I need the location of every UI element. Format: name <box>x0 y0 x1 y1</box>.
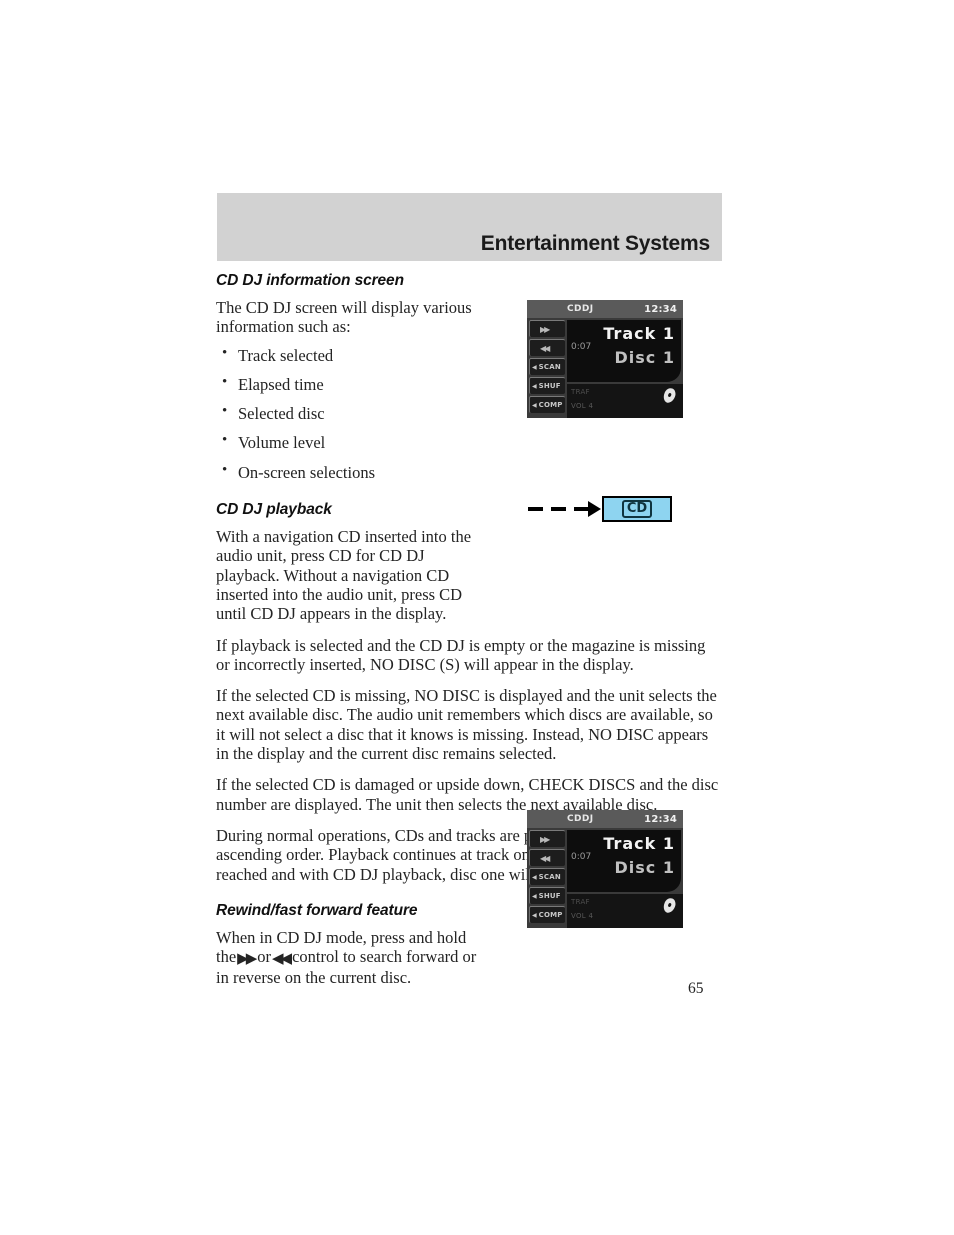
page-title: Entertainment Systems <box>480 232 710 255</box>
disc-icon <box>661 896 678 915</box>
display-button-rewind[interactable]: ◀◀ <box>529 849 565 866</box>
left-marker-icon: ◀ <box>532 911 537 919</box>
display-lower-area: TRAF VOL 4 <box>567 384 683 418</box>
display-elapsed-time: 0:07 <box>571 852 592 862</box>
dashed-arrow-segment <box>528 507 543 511</box>
display-button-rewind[interactable]: ◀◀ <box>529 339 565 356</box>
display-track-line: Track 1 <box>603 834 675 853</box>
fast-forward-icon: ▶▶ <box>540 834 550 844</box>
display-mode-label: CDDJ <box>567 814 594 824</box>
cd-button-label: CD <box>621 499 653 519</box>
display-button-fast-forward[interactable]: ▶▶ <box>529 320 565 337</box>
display-traffic-label: TRAF <box>571 898 590 906</box>
paragraph-playback-3: If the selected CD is missing, NO DISC i… <box>216 686 717 764</box>
display-button-label: COMP <box>538 911 563 919</box>
arrow-head-icon <box>588 501 601 517</box>
list-item: Track selected <box>216 345 488 365</box>
rewind-icon: ◀◀ <box>540 343 550 353</box>
list-item: Selected disc <box>216 403 488 423</box>
cd-dj-display-screenshot-top: CDDJ 12:34 ▶▶ ◀◀ ◀ SCAN ◀ SHUF ◀ COMP 0:… <box>527 300 683 418</box>
paragraph-playback-2: If playback is selected and the CD DJ is… <box>216 635 706 674</box>
list-item: Volume level <box>216 432 488 452</box>
display-side-buttons: ▶▶ ◀◀ ◀ SCAN ◀ SHUF ◀ COMP <box>529 320 565 415</box>
display-track-line: Track 1 <box>603 324 675 343</box>
rewind-icon: ◀◀ <box>540 853 550 863</box>
display-top-bar: CDDJ 12:34 <box>527 300 683 318</box>
display-button-scan[interactable]: ◀ SCAN <box>529 868 565 885</box>
rewind-text-part2: or <box>257 947 271 967</box>
list-item: Elapsed time <box>216 374 488 394</box>
display-button-compress[interactable]: ◀ COMP <box>529 906 565 923</box>
cd-button-highlight[interactable]: CD <box>602 496 672 522</box>
paragraph-info-intro: The CD DJ screen will display various in… <box>216 298 472 337</box>
left-marker-icon: ◀ <box>532 363 537 371</box>
display-clock: 12:34 <box>644 813 677 825</box>
rewind-icon: ◀◀ <box>272 949 292 968</box>
left-marker-icon: ◀ <box>532 382 537 390</box>
paragraph-playback-1: With a navigation CD inserted into the a… <box>216 527 472 624</box>
page-number: 65 <box>688 980 704 997</box>
display-main-area: 0:07 Track 1 Disc 1 <box>567 830 681 892</box>
display-button-fast-forward[interactable]: ▶▶ <box>529 830 565 847</box>
paragraph-playback-4: If the selected CD is damaged or upside … <box>216 775 719 814</box>
page-header-band: Entertainment Systems <box>217 193 722 261</box>
fast-forward-icon: ▶▶ <box>237 949 257 968</box>
display-button-label: SCAN <box>538 873 561 881</box>
list-cd-dj-information: Track selected Elapsed time Selected dis… <box>216 345 488 482</box>
display-lower-area: TRAF VOL 4 <box>567 894 683 928</box>
display-side-buttons: ▶▶ ◀◀ ◀ SCAN ◀ SHUF ◀ COMP <box>529 830 565 925</box>
fast-forward-icon: ▶▶ <box>540 324 550 334</box>
paragraph-rewind-fast-forward: When in CD DJ mode, press and hold the▶▶… <box>216 928 488 987</box>
display-disc-line: Disc 1 <box>614 858 675 877</box>
display-button-label: SHUF <box>538 382 561 390</box>
dashed-arrow-segment <box>551 507 566 511</box>
display-mode-label: CDDJ <box>567 304 594 314</box>
display-button-label: SCAN <box>538 363 561 371</box>
left-marker-icon: ◀ <box>532 873 537 881</box>
display-clock: 12:34 <box>644 303 677 315</box>
list-item: On-screen selections <box>216 462 488 482</box>
display-volume-label: VOL 4 <box>571 402 594 410</box>
display-traffic-label: TRAF <box>571 388 590 396</box>
display-button-compress[interactable]: ◀ COMP <box>529 396 565 413</box>
display-volume-label: VOL 4 <box>571 912 594 920</box>
display-top-bar: CDDJ 12:34 <box>527 810 683 828</box>
dashed-arrow-segment <box>574 507 588 511</box>
display-elapsed-time: 0:07 <box>571 342 592 352</box>
display-button-scan[interactable]: ◀ SCAN <box>529 358 565 375</box>
display-button-shuffle[interactable]: ◀ SHUF <box>529 377 565 394</box>
display-button-shuffle[interactable]: ◀ SHUF <box>529 887 565 904</box>
left-marker-icon: ◀ <box>532 892 537 900</box>
disc-icon <box>661 386 678 405</box>
left-marker-icon: ◀ <box>532 401 537 409</box>
heading-cd-dj-information-screen: CD DJ information screen <box>216 272 404 289</box>
display-disc-line: Disc 1 <box>614 348 675 367</box>
cd-dj-display-screenshot-bottom: CDDJ 12:34 ▶▶ ◀◀ ◀ SCAN ◀ SHUF ◀ COMP 0:… <box>527 810 683 928</box>
display-button-label: SHUF <box>538 892 561 900</box>
cd-button-diagram: CD <box>528 496 673 524</box>
display-button-label: COMP <box>538 401 563 409</box>
display-main-area: 0:07 Track 1 Disc 1 <box>567 320 681 382</box>
